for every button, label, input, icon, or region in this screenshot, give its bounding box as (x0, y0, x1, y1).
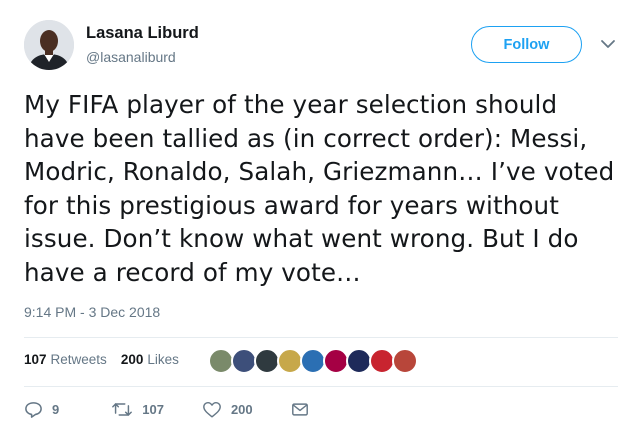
reply-icon (25, 402, 42, 418)
reply-button[interactable]: 9 (24, 400, 59, 419)
follow-button[interactable]: Follow (471, 26, 582, 63)
retweets-count: 107 (24, 352, 47, 367)
retweet-icon (112, 403, 133, 416)
chevron-down-icon[interactable] (600, 38, 616, 50)
envelope-icon (291, 403, 308, 416)
liker-avatar[interactable] (392, 348, 418, 374)
retweets-stat[interactable]: 107 Retweets (24, 352, 107, 367)
author-avatar[interactable] (24, 20, 74, 70)
likes-stat[interactable]: 200 Likes (121, 352, 179, 367)
liker-avatars (208, 348, 418, 374)
author-name[interactable]: Lasana Liburd (86, 24, 199, 43)
tweet-actions: 9 107 200 (24, 400, 309, 419)
retweets-label: Retweets (50, 352, 107, 367)
divider-bottom (24, 386, 618, 387)
heart-icon (203, 401, 221, 418)
direct-message-button[interactable] (291, 402, 309, 417)
tweet-text: My FIFA player of the year selection sho… (24, 90, 615, 287)
likes-count: 200 (120, 352, 144, 367)
author-handle[interactable]: @lasanaliburd (86, 49, 176, 65)
like-button[interactable]: 200 (202, 400, 253, 419)
retweet-button[interactable]: 107 (111, 400, 164, 419)
likes-label: Likes (147, 352, 179, 367)
like-count: 200 (230, 402, 253, 417)
author-avatar-image (24, 20, 74, 70)
tweet-timestamp[interactable]: 9:14 PM - 3 Dec 2018 (24, 304, 160, 320)
divider-top (24, 337, 618, 338)
reply-count: 9 (52, 402, 60, 417)
retweet-count: 107 (142, 402, 164, 417)
engagement-stats: 107 Retweets 200 Likes (24, 352, 193, 367)
